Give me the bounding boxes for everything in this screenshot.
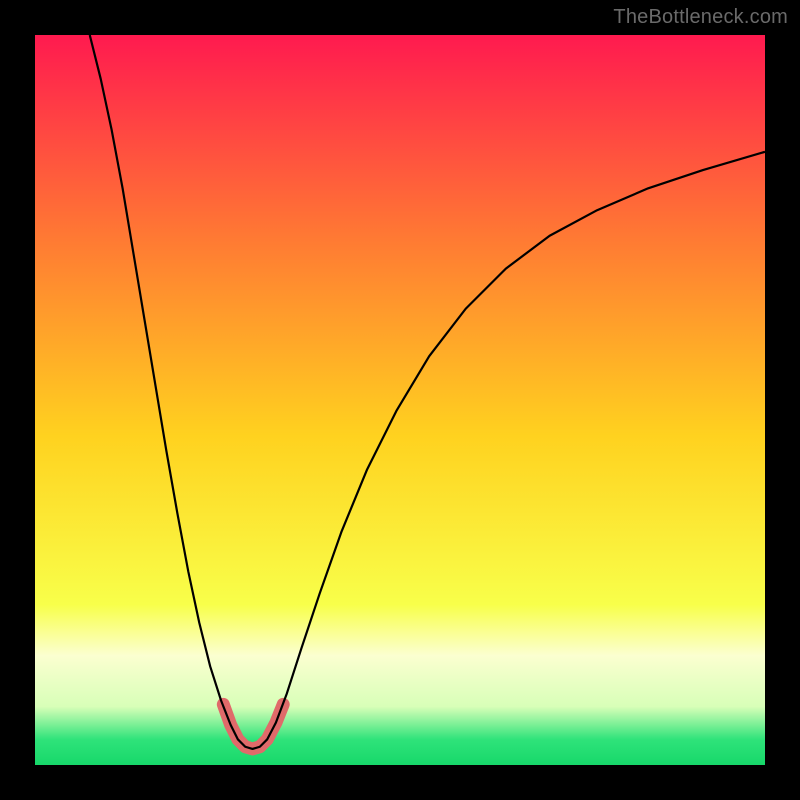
watermark-text: TheBottleneck.com (613, 6, 788, 29)
chart-frame (35, 35, 765, 765)
chart-svg (35, 35, 765, 765)
chart-background (35, 35, 765, 765)
